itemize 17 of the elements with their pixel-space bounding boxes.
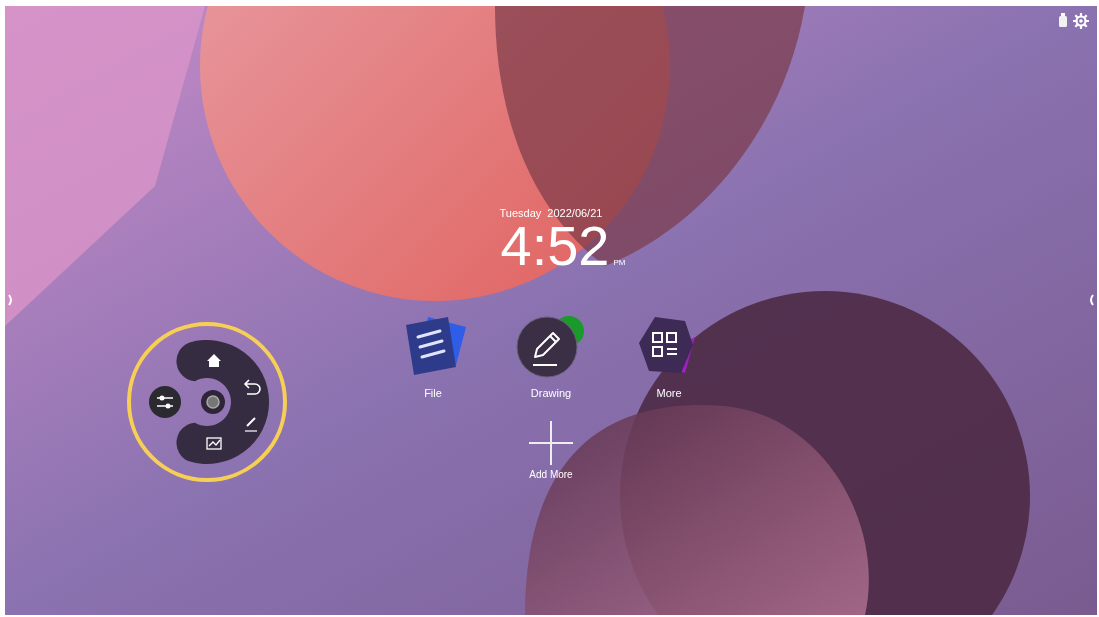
usb-drive-icon[interactable] (1059, 13, 1067, 27)
toolbar-toggle-button[interactable] (149, 386, 181, 418)
app-shortcut[interactable]: Drawing (514, 313, 588, 399)
pencil-icon (515, 313, 587, 379)
app-shortcut[interactable]: More (632, 313, 706, 399)
undo-icon[interactable] (244, 379, 261, 395)
meridiem-text: PM (613, 258, 626, 267)
settings-icon[interactable] (1073, 13, 1089, 29)
pen-icon[interactable] (244, 417, 258, 432)
center-menu-button[interactable] (201, 390, 225, 414)
home-icon[interactable] (207, 354, 221, 367)
plus-icon (529, 421, 573, 465)
app-shortcut[interactable]: File (396, 313, 470, 399)
whiteboard-icon[interactable] (206, 437, 222, 450)
right-edge-handle-icon[interactable] (1088, 294, 1094, 306)
add-more-button[interactable]: Add More (529, 421, 573, 480)
left-edge-handle-icon[interactable] (8, 294, 14, 306)
